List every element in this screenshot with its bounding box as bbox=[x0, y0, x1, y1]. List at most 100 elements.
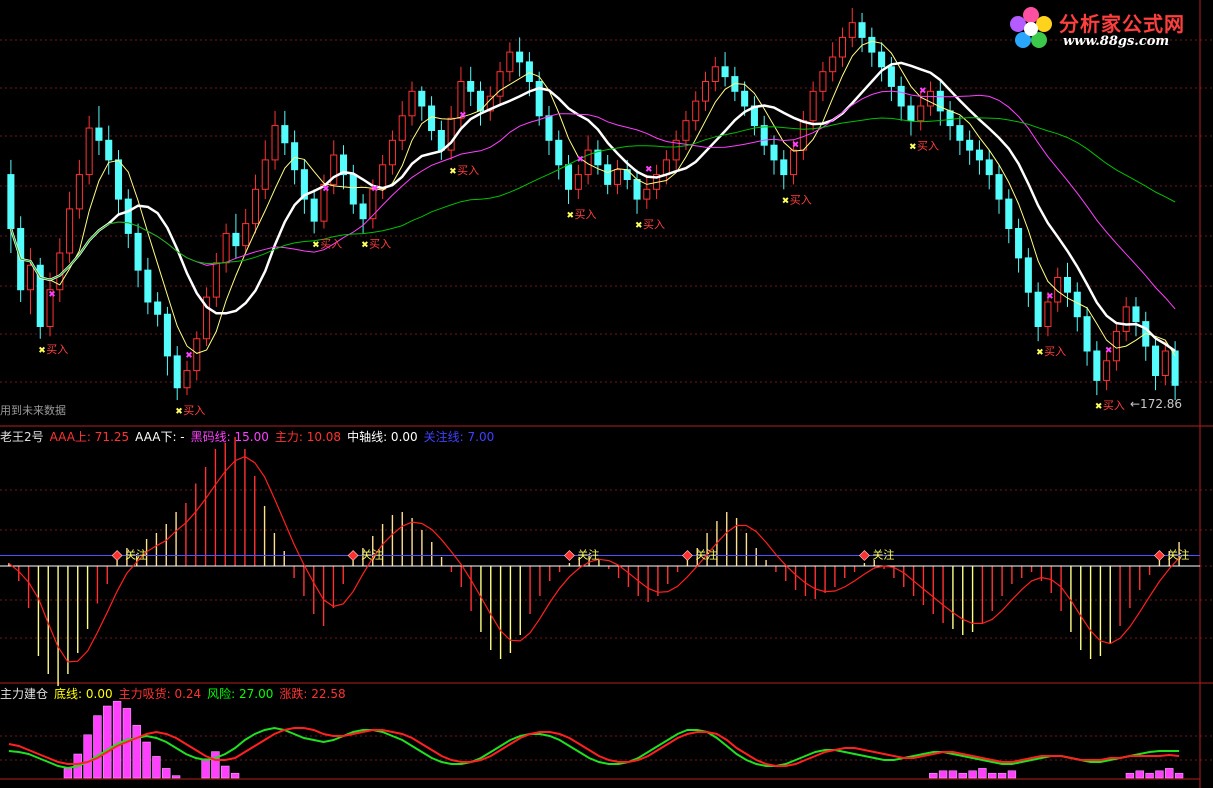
candle-body bbox=[545, 115, 553, 141]
signal-diamond bbox=[681, 550, 693, 561]
buy-signal-label: 买入 bbox=[917, 139, 939, 152]
candle-body bbox=[408, 90, 416, 117]
candle-body bbox=[242, 223, 250, 247]
candle-body bbox=[251, 188, 260, 225]
accumulation-bar bbox=[171, 775, 181, 779]
candle-body bbox=[897, 85, 905, 107]
buy-signal-label: 买入 bbox=[575, 208, 597, 221]
buy-marker: ✖ bbox=[175, 407, 183, 417]
candle-body bbox=[1015, 228, 1023, 259]
candle-body bbox=[388, 139, 396, 166]
candle-body bbox=[741, 90, 749, 107]
watermark-url: www.88gs.com bbox=[1063, 34, 1170, 49]
candle-body bbox=[222, 232, 230, 264]
sell-marker: ✖ bbox=[577, 155, 585, 165]
candle-body bbox=[613, 169, 621, 185]
legend-1: AAA下: - bbox=[135, 430, 185, 444]
accumulation-bar bbox=[958, 772, 967, 779]
candle-body bbox=[1034, 291, 1042, 328]
sell-marker: ✖ bbox=[185, 351, 193, 361]
candle-body bbox=[1161, 350, 1169, 376]
accumulation-bar bbox=[1155, 770, 1164, 779]
accumulation-bar bbox=[1145, 772, 1154, 779]
indicator1-panel: 关注 关注 关注 关注 关注 关注 bbox=[0, 437, 1200, 686]
accumulation-bar bbox=[152, 756, 161, 779]
candle-body bbox=[1063, 277, 1072, 293]
candle-body bbox=[809, 90, 817, 122]
sell-marker: ✖ bbox=[645, 165, 653, 175]
indicator2-header: 主力建仓 底线: 0.00 主力吸货: 0.24 风险: 27.00 涨跌: 22.58 bbox=[0, 685, 358, 701]
accumulation-bar bbox=[201, 758, 210, 779]
candle-body bbox=[946, 110, 954, 127]
candle-body bbox=[917, 105, 925, 122]
legend-2: 风险: 27.00 bbox=[207, 687, 274, 701]
accumulation-bar bbox=[938, 770, 948, 779]
candle-body bbox=[467, 81, 475, 92]
signal-label: 关注 bbox=[361, 548, 383, 562]
candle-body bbox=[154, 301, 162, 315]
candle-body bbox=[193, 338, 201, 372]
buy-signal-label: 买入 bbox=[183, 404, 205, 417]
sell-marker: ✖ bbox=[371, 184, 379, 194]
legend-5: 关注线: 7.00 bbox=[423, 430, 495, 444]
accumulation-bar bbox=[968, 770, 977, 779]
buy-marker: ✖ bbox=[38, 346, 46, 356]
candle-body bbox=[829, 56, 837, 73]
candle-body bbox=[506, 51, 514, 73]
legend-0: 底线: 0.00 bbox=[54, 687, 113, 701]
candle-body bbox=[1005, 198, 1013, 230]
candle-body bbox=[985, 159, 993, 176]
candle-body bbox=[114, 159, 123, 200]
signal-diamond bbox=[563, 550, 575, 561]
candle-body bbox=[604, 164, 612, 185]
buy-signal-label: 买入 bbox=[320, 237, 342, 250]
accumulation-bar bbox=[1135, 770, 1144, 779]
candle-body bbox=[662, 159, 670, 176]
buy-marker: ✖ bbox=[449, 167, 457, 177]
buy-marker: ✖ bbox=[1036, 348, 1044, 358]
candle-body bbox=[75, 174, 83, 210]
candle-body bbox=[359, 203, 367, 220]
candle-body bbox=[770, 144, 778, 161]
signal-label: 关注 bbox=[695, 548, 717, 562]
accumulation-bar bbox=[948, 770, 958, 779]
legend-1: 主力吸货: 0.24 bbox=[118, 687, 202, 701]
buy-signal-label: 买入 bbox=[643, 218, 665, 231]
sell-marker: ✖ bbox=[1046, 292, 1054, 302]
candle-body bbox=[1132, 306, 1140, 323]
buy-signal-label: 买入 bbox=[457, 164, 479, 177]
accumulation-bar bbox=[83, 734, 92, 779]
candle-body bbox=[1093, 350, 1101, 381]
accumulation-bar bbox=[103, 705, 112, 779]
signal-label: 关注 bbox=[577, 548, 599, 562]
candle-body bbox=[95, 127, 103, 141]
candle-body bbox=[26, 264, 34, 291]
candle-body bbox=[790, 149, 798, 176]
candle-body bbox=[516, 51, 524, 63]
accumulation-bar bbox=[142, 741, 151, 779]
candle-body bbox=[124, 198, 132, 234]
accumulation-bar bbox=[63, 768, 73, 779]
sell-marker: ✖ bbox=[459, 111, 467, 121]
candle-body bbox=[887, 66, 895, 87]
accumulation-bar bbox=[929, 772, 938, 779]
buy-marker: ✖ bbox=[312, 240, 320, 250]
buy-marker: ✖ bbox=[567, 211, 575, 221]
indicator1-name: 老王2号 bbox=[0, 430, 44, 444]
candle-body bbox=[711, 66, 719, 83]
candle-body bbox=[633, 179, 641, 200]
candle-body bbox=[838, 36, 847, 58]
candle-body bbox=[1083, 316, 1091, 352]
signal-diamond bbox=[858, 550, 870, 561]
buy-marker: ✖ bbox=[782, 196, 790, 206]
buy-marker: ✖ bbox=[909, 142, 917, 152]
signal-label: 关注 bbox=[1167, 548, 1189, 562]
sell-marker: ✖ bbox=[792, 140, 800, 150]
buy-marker: ✖ bbox=[361, 240, 369, 250]
candle-body bbox=[574, 174, 582, 190]
buy-signal-label: 买入 bbox=[1103, 399, 1125, 412]
candle-body bbox=[66, 208, 74, 254]
candle-body bbox=[232, 232, 240, 247]
candle-body bbox=[183, 370, 191, 389]
candle-body bbox=[555, 139, 563, 166]
